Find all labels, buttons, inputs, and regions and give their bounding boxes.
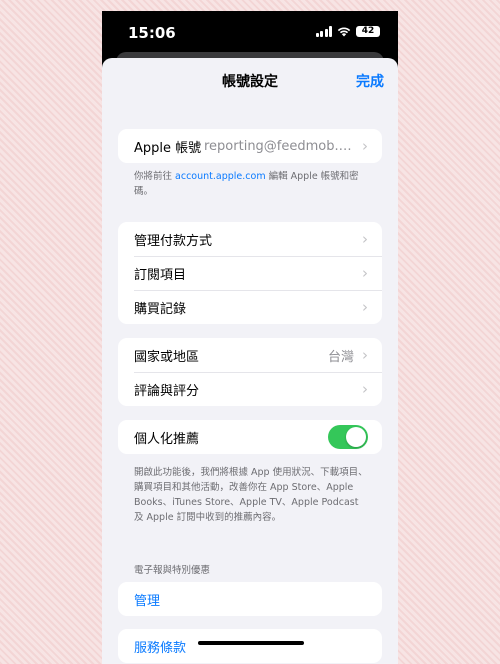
- newsletter-group: 管理: [118, 582, 382, 616]
- battery-icon: 42: [356, 26, 380, 37]
- subscriptions-row[interactable]: 訂閱項目 ›: [118, 256, 382, 290]
- status-time: 15:06: [128, 24, 176, 42]
- terms-group: 服務條款: [118, 629, 382, 663]
- newsletter-header: 電子報與特別優惠: [134, 565, 211, 576]
- country-region-row[interactable]: 國家或地區 台灣 ›: [118, 338, 382, 372]
- apple-account-label: Apple 帳號: [134, 140, 202, 156]
- account-settings-sheet: 帳號設定 完成 Apple 帳號 reporting@feedmob.co...…: [102, 58, 398, 664]
- row-label: 訂閱項目: [134, 267, 187, 283]
- apple-account-row[interactable]: Apple 帳號 reporting@feedmob.co... ›: [118, 129, 382, 163]
- account-link[interactable]: account.apple.com: [175, 171, 266, 182]
- purchase-history-row[interactable]: 購買記錄 ›: [118, 290, 382, 324]
- terms-row[interactable]: 服務條款: [118, 629, 382, 663]
- chevron-right-icon: ›: [362, 379, 368, 398]
- chevron-right-icon: ›: [362, 345, 368, 364]
- manage-link: 管理: [134, 593, 161, 609]
- chevron-right-icon: ›: [362, 297, 368, 316]
- chevron-right-icon: ›: [362, 229, 368, 248]
- purchases-group: 管理付款方式 › 訂閱項目 › 購買記錄 ›: [118, 222, 382, 324]
- manage-payment-row[interactable]: 管理付款方式 ›: [118, 222, 382, 256]
- personalized-toggle[interactable]: [328, 425, 368, 449]
- toggle-knob: [346, 427, 366, 447]
- row-label: 評論與評分: [134, 383, 200, 399]
- done-button[interactable]: 完成: [356, 71, 384, 91]
- row-label: 購買記錄: [134, 301, 187, 317]
- status-icons: 42: [315, 26, 380, 37]
- ratings-reviews-row[interactable]: 評論與評分 ›: [118, 372, 382, 406]
- apple-account-group: Apple 帳號 reporting@feedmob.co... ›: [118, 129, 382, 163]
- page-title: 帳號設定: [222, 74, 278, 90]
- apple-account-email: reporting@feedmob.co...: [204, 138, 362, 154]
- home-indicator[interactable]: [198, 641, 304, 645]
- personalized-note: 開啟此功能後，我們將根據 App 使用狀況、下載項目、購買項目和其他活動，改善你…: [134, 467, 368, 523]
- country-value: 台灣: [327, 349, 354, 365]
- chevron-right-icon: ›: [362, 263, 368, 282]
- manage-newsletter-row[interactable]: 管理: [118, 582, 382, 616]
- nav-bar: 帳號設定 完成: [102, 58, 398, 102]
- signal-icon: [315, 26, 332, 37]
- row-label: 國家或地區: [134, 349, 200, 365]
- region-group: 國家或地區 台灣 › 評論與評分 ›: [118, 338, 382, 406]
- chevron-right-icon: ›: [362, 136, 368, 155]
- wifi-icon: [337, 27, 351, 37]
- personalized-recommendations-row: 個人化推薦: [118, 420, 382, 454]
- note-prefix: 你將前往: [134, 171, 176, 182]
- apple-account-note: 你將前往 account.apple.com 編輯 Apple 帳號和密碼。: [134, 169, 368, 199]
- phone-screen: 15:06 42 帳號設定 完成 Apple 帳號 reporting@feed…: [102, 11, 398, 664]
- row-label: 個人化推薦: [134, 431, 200, 447]
- terms-link: 服務條款: [134, 640, 187, 656]
- personalized-group: 個人化推薦: [118, 420, 382, 454]
- row-label: 管理付款方式: [134, 233, 213, 249]
- status-bar: 15:06 42: [102, 11, 398, 55]
